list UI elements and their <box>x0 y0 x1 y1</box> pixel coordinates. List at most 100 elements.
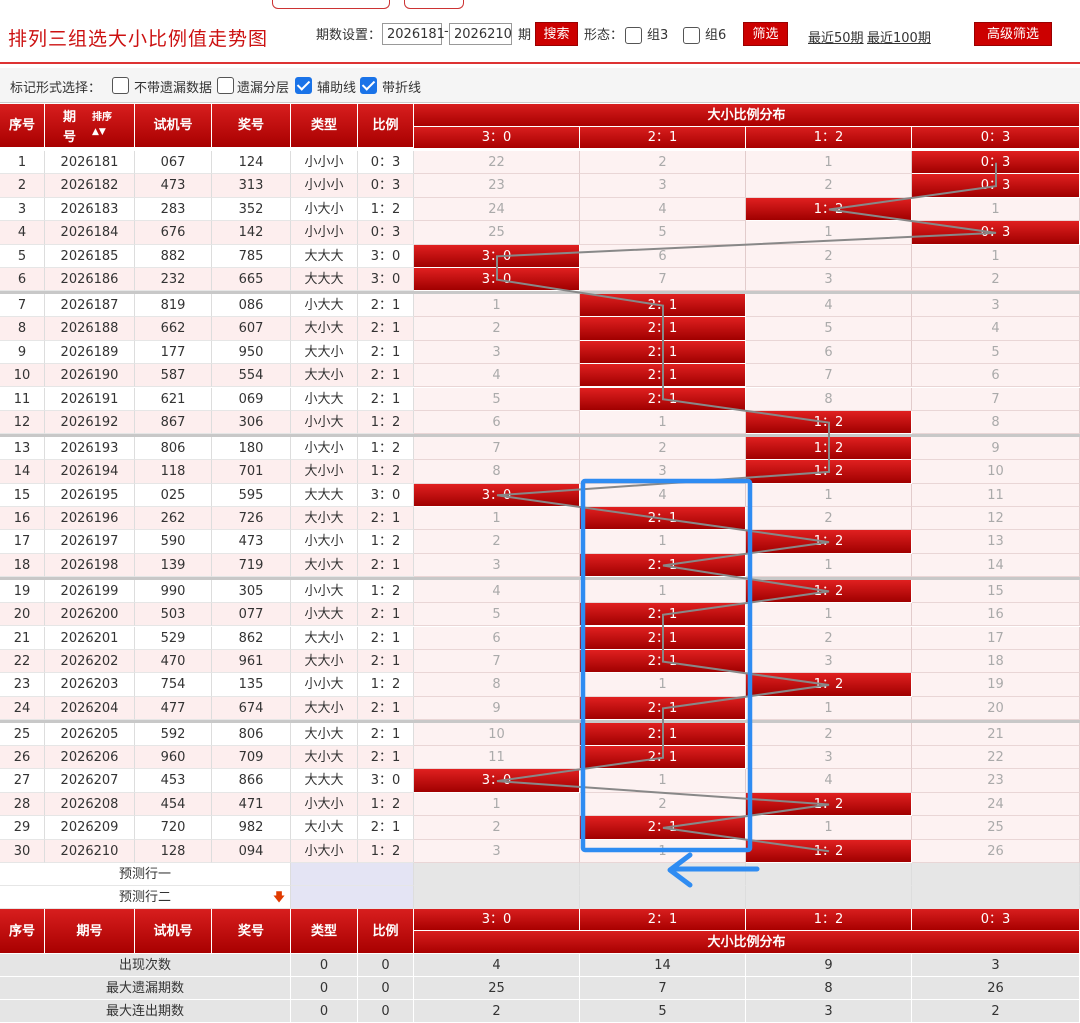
predict-cell[interactable] <box>746 886 912 909</box>
footer-header-distribution: 大小比例分布 <box>414 931 1080 954</box>
row-seq: 19 <box>0 579 45 604</box>
row-prize-number: 305 <box>212 579 291 604</box>
row-issue: 2026189 <box>45 340 135 365</box>
col-header-distribution: 大小比例分布 <box>414 104 1080 127</box>
row-type: 小小小 <box>291 221 358 245</box>
row-ratio: 2：1 <box>358 626 414 650</box>
stat-value: 5 <box>580 1000 746 1023</box>
aux-line-checkbox[interactable] <box>295 77 312 94</box>
miss-count-cell: 9 <box>414 696 580 721</box>
row-issue: 2026198 <box>45 553 135 578</box>
sort-arrows-icon[interactable]: ▲▼ <box>92 124 106 140</box>
predict-cell[interactable] <box>912 886 1080 909</box>
row-issue: 2026188 <box>45 317 135 341</box>
row-seq: 26 <box>0 746 45 770</box>
miss-count-cell: 2 <box>746 626 912 650</box>
row-issue: 2026193 <box>45 436 135 461</box>
row-prize-number: 180 <box>212 436 291 461</box>
row-type: 小大大 <box>291 293 358 318</box>
recent-100-link[interactable]: 最近100期 <box>867 27 931 46</box>
row-seq: 8 <box>0 317 45 341</box>
miss-count-cell: 5 <box>746 317 912 341</box>
miss-count-cell: 24 <box>414 197 580 222</box>
row-seq: 3 <box>0 197 45 222</box>
row-prize-number: 069 <box>212 387 291 411</box>
row-test-number: 819 <box>135 293 212 318</box>
col-header-ratio-0: 3：0 <box>414 127 580 148</box>
no-miss-data-checkbox[interactable] <box>112 77 129 94</box>
g3-checkbox[interactable] <box>625 27 642 44</box>
stat-value: 4 <box>414 954 580 977</box>
row-test-number: 118 <box>135 460 212 484</box>
miss-count-cell: 7 <box>912 387 1080 411</box>
row-ratio: 1：2 <box>358 197 414 222</box>
top-tab-1[interactable] <box>272 0 390 9</box>
miss-count-cell: 5 <box>580 221 746 245</box>
hit-cell: 2：1 <box>580 387 746 411</box>
predict-cell[interactable] <box>414 863 580 886</box>
row-issue: 2026195 <box>45 483 135 507</box>
down-arrow-icon[interactable]: 🡇 <box>272 886 286 909</box>
row-issue: 2026197 <box>45 530 135 554</box>
miss-count-cell: 2 <box>746 174 912 198</box>
miss-count-cell: 22 <box>912 746 1080 770</box>
row-test-number: 592 <box>135 722 212 746</box>
miss-count-cell: 5 <box>912 340 1080 365</box>
row-seq: 22 <box>0 649 45 674</box>
predict-input[interactable] <box>291 886 414 909</box>
search-button[interactable]: 搜索 <box>535 22 578 46</box>
row-type: 大小小 <box>291 460 358 484</box>
stat-value: 26 <box>912 977 1080 1000</box>
row-test-number: 676 <box>135 221 212 245</box>
row-prize-number: 313 <box>212 174 291 198</box>
period-to-input[interactable]: 2026210 <box>449 23 512 45</box>
row-test-number: 529 <box>135 626 212 650</box>
miss-count-cell: 1 <box>414 293 580 318</box>
miss-count-cell: 1 <box>746 151 912 175</box>
stat-value: 7 <box>580 977 746 1000</box>
hit-cell: 1：2 <box>746 530 912 554</box>
stat-value: 2 <box>414 1000 580 1023</box>
row-seq: 4 <box>0 221 45 245</box>
predict-cell[interactable] <box>580 886 746 909</box>
miss-layer-checkbox[interactable] <box>217 77 234 94</box>
top-tab-2[interactable] <box>404 0 464 9</box>
hit-cell: 1：2 <box>746 197 912 222</box>
predict-cell[interactable] <box>414 886 580 909</box>
predict-input[interactable] <box>291 863 414 886</box>
g6-checkbox[interactable] <box>683 27 700 44</box>
stat-value: 2 <box>912 1000 1080 1023</box>
miss-count-cell: 23 <box>414 174 580 198</box>
row-type: 大大小 <box>291 696 358 721</box>
miss-count-cell: 1 <box>414 507 580 531</box>
filter-button[interactable]: 筛选 <box>743 22 788 46</box>
miss-count-cell: 10 <box>414 722 580 746</box>
predict-cell[interactable] <box>580 863 746 886</box>
row-ratio: 2：1 <box>358 722 414 746</box>
hit-cell: 2：1 <box>580 746 746 770</box>
hit-cell: 2：1 <box>580 603 746 627</box>
row-prize-number: 665 <box>212 268 291 292</box>
predict-cell[interactable] <box>912 863 1080 886</box>
predict-cell[interactable] <box>746 863 912 886</box>
miss-count-cell: 16 <box>912 603 1080 627</box>
polyline-checkbox[interactable] <box>360 77 377 94</box>
period-from-input[interactable]: 2026181 <box>382 23 445 45</box>
row-type: 小小小 <box>291 174 358 198</box>
row-issue: 2026182 <box>45 174 135 198</box>
col-header-prize: 奖号 <box>212 104 291 148</box>
hit-cell: 2：1 <box>580 340 746 365</box>
row-test-number: 128 <box>135 839 212 863</box>
recent-50-link[interactable]: 最近50期 <box>808 27 864 46</box>
row-issue: 2026204 <box>45 696 135 721</box>
col-header-ratio-1: 2：1 <box>580 127 746 148</box>
advanced-filter-button[interactable]: 高级筛选 <box>974 22 1052 46</box>
row-ratio: 2：1 <box>358 816 414 840</box>
miss-count-cell: 4 <box>580 197 746 222</box>
miss-count-cell: 19 <box>912 673 1080 697</box>
row-type: 大小大 <box>291 507 358 531</box>
hit-cell: 1：2 <box>746 410 912 435</box>
sort-icon[interactable]: 排序 <box>92 112 112 123</box>
row-ratio: 2：1 <box>358 293 414 318</box>
miss-count-cell: 3 <box>414 553 580 578</box>
